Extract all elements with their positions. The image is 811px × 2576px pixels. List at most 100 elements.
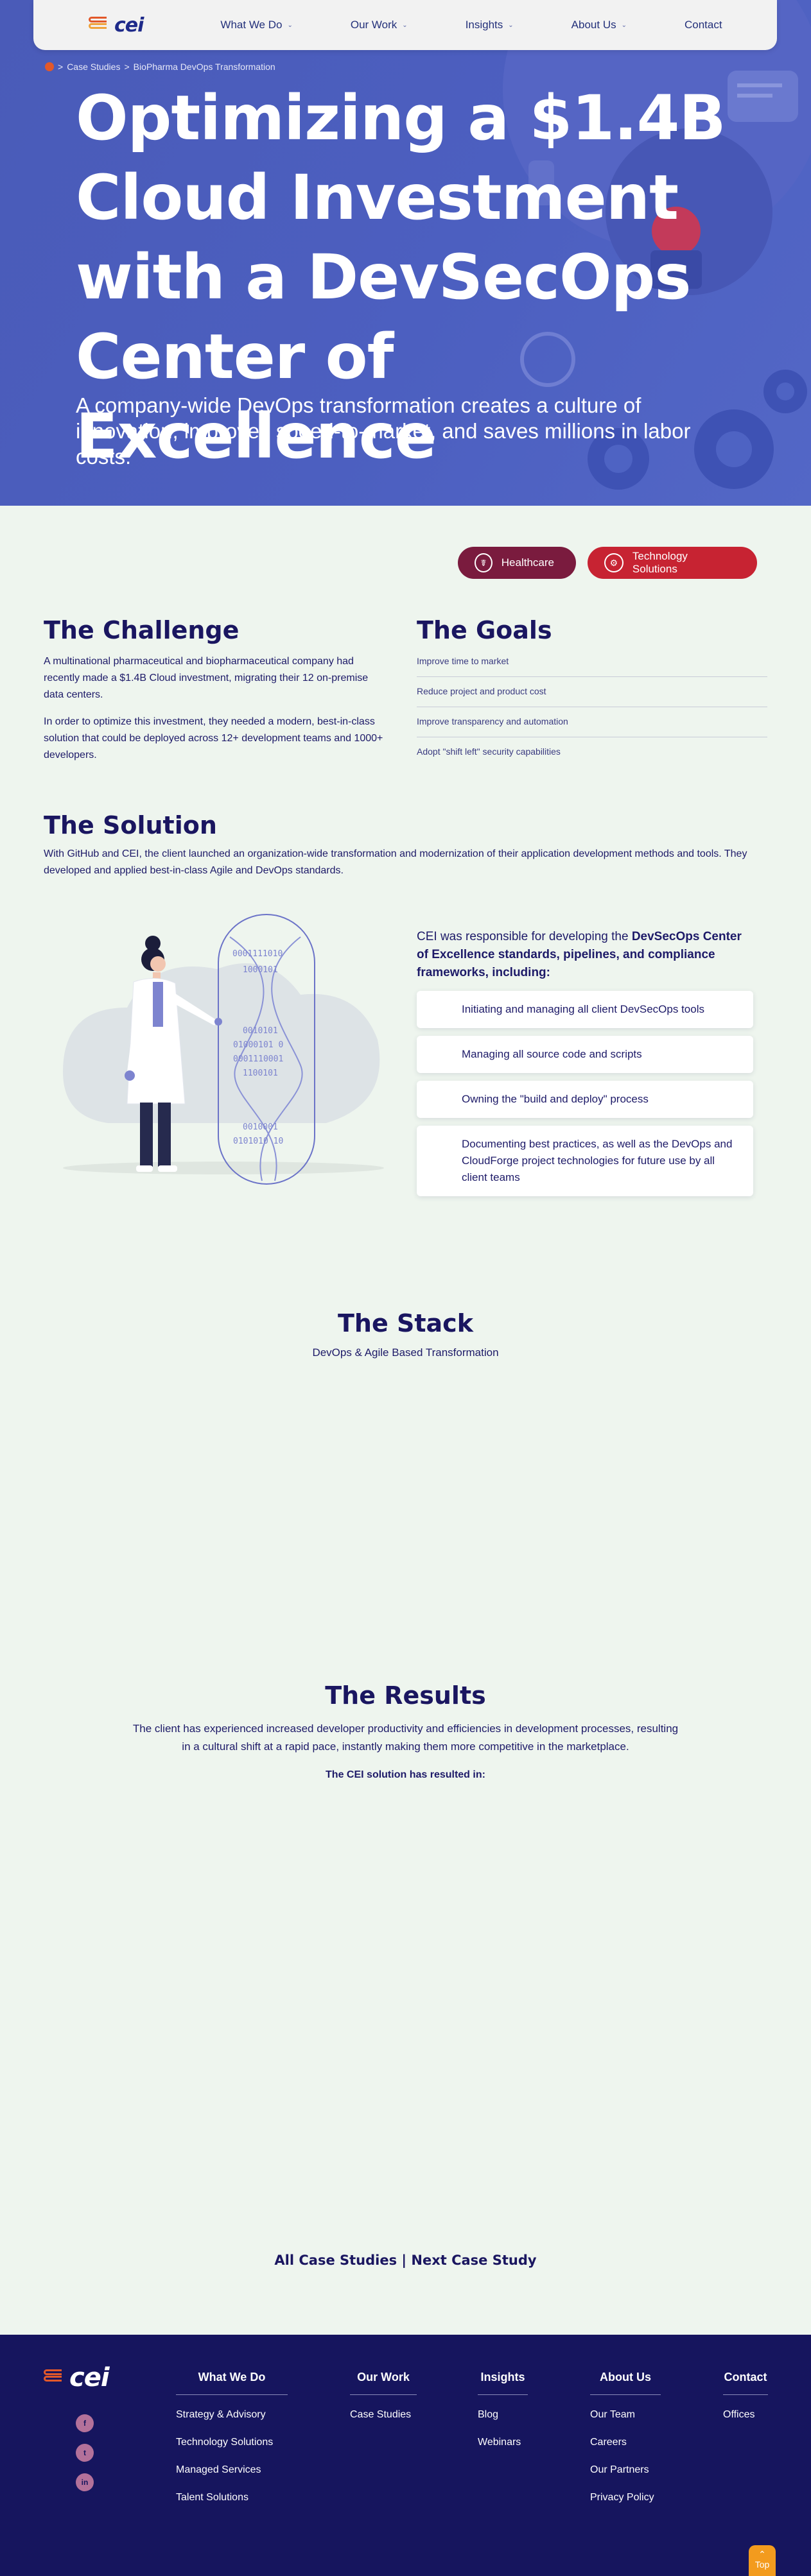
next-case-study-link[interactable]: Next Case Study <box>411 2253 536 2268</box>
goal-item: Reduce project and product cost <box>417 677 767 707</box>
stack-heading: The Stack <box>338 1309 473 1337</box>
goals-section: The Goals Improve time to market Reduce … <box>417 616 767 767</box>
binary-line: 0010101 <box>243 1026 278 1036</box>
binary-line: 0001111010 <box>232 949 283 959</box>
social-links: f t in <box>76 2414 94 2491</box>
nav-item-about-us[interactable]: About Us ⌄ <box>571 19 627 31</box>
category-tags: ☤ Healthcare ⚙ Technology Solutions <box>458 547 757 579</box>
nav-item-insights[interactable]: Insights ⌄ <box>466 19 514 31</box>
footer-link[interactable]: Managed Services <box>176 2464 288 2476</box>
breadcrumb-separator: > <box>58 62 64 72</box>
footer-link[interactable]: Our Team <box>590 2409 661 2421</box>
all-case-studies-link[interactable]: All Case Studies <box>274 2253 397 2268</box>
linkedin-icon[interactable]: in <box>76 2473 94 2491</box>
footer-link[interactable]: Talent Solutions <box>176 2492 288 2503</box>
responsibilities-intro: CEI was responsible for developing the D… <box>417 928 753 982</box>
back-to-top-label: Top <box>754 2559 770 2570</box>
nav-item-label: About Us <box>571 19 616 31</box>
footer-link[interactable]: Offices <box>723 2409 768 2421</box>
chevron-down-icon: ⌄ <box>402 21 408 29</box>
facebook-icon[interactable]: f <box>76 2414 94 2432</box>
nav-item-what-we-do[interactable]: What We Do ⌄ <box>220 19 292 31</box>
footer-link-list: Offices <box>723 2409 768 2421</box>
nav-item-our-work[interactable]: Our Work ⌄ <box>351 19 408 31</box>
healthcare-icon: ☤ <box>475 553 493 572</box>
breadcrumb-current-page: BioPharma DevOps Transformation <box>133 62 275 72</box>
footer-column-heading[interactable]: About Us <box>590 2371 661 2395</box>
responsibility-card: Documenting best practices, as well as t… <box>417 1126 753 1196</box>
chevron-down-icon: ⌄ <box>287 21 293 29</box>
binary-line: 01000101 0 <box>233 1040 283 1050</box>
footer-link[interactable]: Webinars <box>478 2437 528 2448</box>
scientist-dna-illustration: 0001111010 1000101 0010101 01000101 0 00… <box>63 914 384 1185</box>
binary-line: 1100101 <box>243 1069 278 1078</box>
tag-healthcare[interactable]: ☤ Healthcare <box>458 547 576 579</box>
breadcrumb-case-studies-link[interactable]: Case Studies <box>67 62 120 72</box>
footer-column-about-us: About Us Our Team Careers Our Partners P… <box>590 2371 661 2520</box>
cei-logo[interactable]: cei <box>89 13 144 37</box>
footer-link-list: Blog Webinars <box>478 2409 528 2448</box>
footer-link-list: Our Team Careers Our Partners Privacy Po… <box>590 2409 661 2503</box>
binary-line: 1000101 <box>243 965 278 975</box>
twitter-icon[interactable]: t <box>76 2444 94 2462</box>
binary-line: 0101010 10 <box>233 1137 283 1146</box>
nav-item-label: What We Do <box>220 19 283 31</box>
results-paragraph: The client has experienced increased dev… <box>132 1722 679 1753</box>
footer-column-insights: Insights Blog Webinars <box>478 2371 528 2464</box>
footer-link[interactable]: Blog <box>478 2409 528 2421</box>
solution-section: The Solution With GitHub and CEI, the cl… <box>44 811 769 879</box>
footer-link-list: Strategy & Advisory Technology Solutions… <box>176 2409 288 2503</box>
footer-column-heading[interactable]: Our Work <box>350 2371 417 2395</box>
binary-line: 0010001 <box>243 1122 278 1132</box>
challenge-paragraph: In order to optimize this investment, th… <box>44 716 383 760</box>
footer-link[interactable]: Technology Solutions <box>176 2437 288 2448</box>
responsibility-cards: Initiating and managing all client DevSe… <box>417 991 753 1196</box>
breadcrumb: > Case Studies > BioPharma DevOps Transf… <box>45 62 275 72</box>
challenge-paragraph: A multinational pharmaceutical and bioph… <box>44 656 369 700</box>
footer-column-heading[interactable]: Contact <box>723 2371 768 2395</box>
challenge-heading: The Challenge <box>44 616 240 644</box>
footer-link[interactable]: Our Partners <box>590 2464 661 2476</box>
case-study-links: All Case Studies | Next Case Study <box>0 2253 811 2268</box>
back-to-top-button[interactable]: ⌃ Top <box>749 2545 776 2576</box>
goal-item: Improve transparency and automation <box>417 707 767 737</box>
cei-logo-mark-icon <box>44 2369 65 2386</box>
nav-item-label: Contact <box>685 19 722 31</box>
binary-line: 0001110001 <box>233 1054 283 1064</box>
cei-logo-text: cei <box>114 13 144 37</box>
intro-text: CEI was responsible for developing the <box>417 930 632 943</box>
challenge-section: The Challenge A multinational pharmaceut… <box>44 616 390 764</box>
responsibilities-block: CEI was responsible for developing the D… <box>417 928 753 1204</box>
responsibility-card: Initiating and managing all client DevSe… <box>417 991 753 1028</box>
footer-column-heading[interactable]: Insights <box>478 2371 528 2395</box>
top-navigation: cei What We Do ⌄ Our Work ⌄ Insights ⌄ Abou… <box>33 0 777 50</box>
nav-item-label: Insights <box>465 19 503 31</box>
goals-heading: The Goals <box>417 616 552 644</box>
goals-list: Improve time to market Reduce project an… <box>417 653 767 767</box>
stack-section: The Stack DevOps & Agile Based Transform… <box>0 1309 811 1359</box>
cei-logo-mark-icon <box>89 17 110 33</box>
tag-label: Technology Solutions <box>632 550 688 575</box>
footer-link[interactable]: Careers <box>590 2437 661 2448</box>
footer-link[interactable]: Case Studies <box>350 2409 417 2421</box>
stack-subtitle: DevOps & Agile Based Transformation <box>312 1346 499 1359</box>
chevron-down-icon: ⌄ <box>621 21 627 29</box>
goal-item: Adopt "shift left" security capabilities <box>417 746 561 757</box>
page-subtitle: A company-wide DevOps transformation cre… <box>76 393 691 468</box>
nav-menu: What We Do ⌄ Our Work ⌄ Insights ⌄ About Us… <box>220 19 722 31</box>
responsibility-card: Owning the "build and deploy" process <box>417 1081 753 1118</box>
chevron-up-icon: ⌃ <box>758 2549 766 2559</box>
footer-link[interactable]: Strategy & Advisory <box>176 2409 288 2421</box>
solution-heading: The Solution <box>44 811 217 839</box>
footer-logo[interactable]: cei <box>44 2363 110 2392</box>
footer-column-heading[interactable]: What We Do <box>176 2371 288 2395</box>
responsibility-card: Managing all source code and scripts <box>417 1036 753 1073</box>
breadcrumb-separator: > <box>124 62 130 72</box>
tag-technology-solutions[interactable]: ⚙ Technology Solutions <box>588 547 757 579</box>
results-section: The Results The client has experienced i… <box>0 1681 811 1784</box>
nav-item-contact[interactable]: Contact <box>685 19 722 31</box>
goal-item: Improve time to market <box>417 653 767 677</box>
home-icon[interactable] <box>45 62 54 71</box>
nav-item-label: Our Work <box>350 19 397 31</box>
footer-link[interactable]: Privacy Policy <box>590 2492 661 2503</box>
